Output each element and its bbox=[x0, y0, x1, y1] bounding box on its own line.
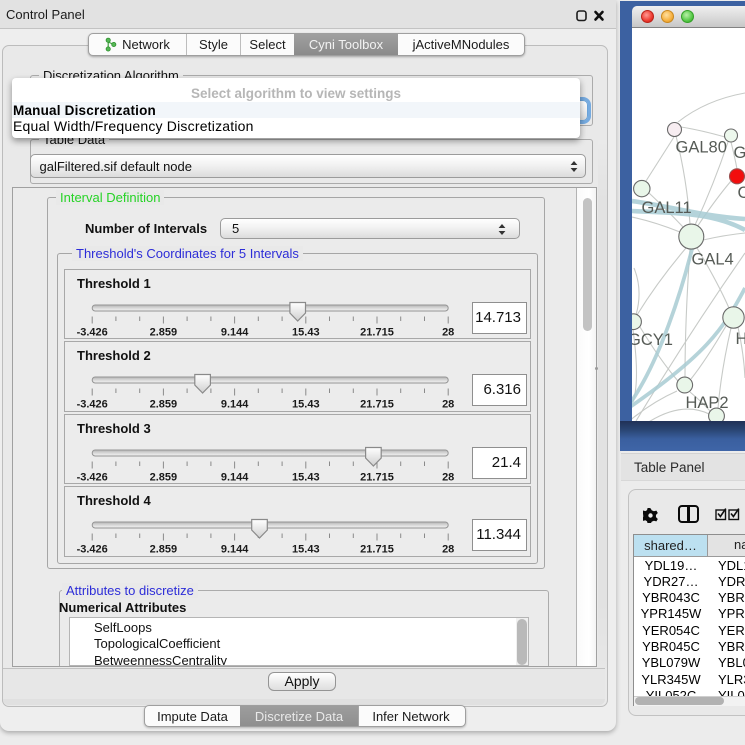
svg-text:15.43: 15.43 bbox=[292, 544, 320, 556]
svg-text:9.144: 9.144 bbox=[221, 399, 249, 411]
svg-text:28: 28 bbox=[442, 326, 454, 338]
svg-text:GA: GA bbox=[734, 144, 745, 162]
svg-text:21.715: 21.715 bbox=[360, 471, 394, 483]
svg-text:15.43: 15.43 bbox=[292, 471, 320, 483]
svg-text:2.859: 2.859 bbox=[150, 544, 178, 556]
svg-text:GAL11: GAL11 bbox=[642, 199, 692, 217]
svg-text:-3.426: -3.426 bbox=[77, 326, 108, 338]
svg-text:HAP2: HAP2 bbox=[686, 394, 729, 412]
svg-text:2.859: 2.859 bbox=[150, 471, 178, 483]
svg-text:15.43: 15.43 bbox=[292, 399, 320, 411]
svg-text:C: C bbox=[738, 184, 745, 202]
svg-text:-3.426: -3.426 bbox=[77, 544, 108, 556]
svg-text:28: 28 bbox=[442, 544, 454, 556]
svg-text:H: H bbox=[736, 330, 745, 348]
svg-text:21.715: 21.715 bbox=[360, 399, 394, 411]
svg-text:21.715: 21.715 bbox=[360, 326, 394, 338]
svg-text:2.859: 2.859 bbox=[150, 399, 178, 411]
svg-text:GCY1: GCY1 bbox=[632, 331, 673, 349]
svg-text:28: 28 bbox=[442, 399, 454, 411]
svg-text:9.144: 9.144 bbox=[221, 471, 249, 483]
svg-text:GAL4: GAL4 bbox=[692, 251, 734, 269]
svg-text:-3.426: -3.426 bbox=[77, 399, 108, 411]
svg-text:2.859: 2.859 bbox=[150, 326, 178, 338]
svg-text:21.715: 21.715 bbox=[360, 544, 394, 556]
svg-text:-3.426: -3.426 bbox=[77, 471, 108, 483]
svg-text:9.144: 9.144 bbox=[221, 326, 249, 338]
svg-text:GAL80: GAL80 bbox=[676, 139, 727, 157]
svg-text:28: 28 bbox=[442, 471, 454, 483]
svg-text:9.144: 9.144 bbox=[221, 544, 249, 556]
svg-text:15.43: 15.43 bbox=[292, 326, 320, 338]
